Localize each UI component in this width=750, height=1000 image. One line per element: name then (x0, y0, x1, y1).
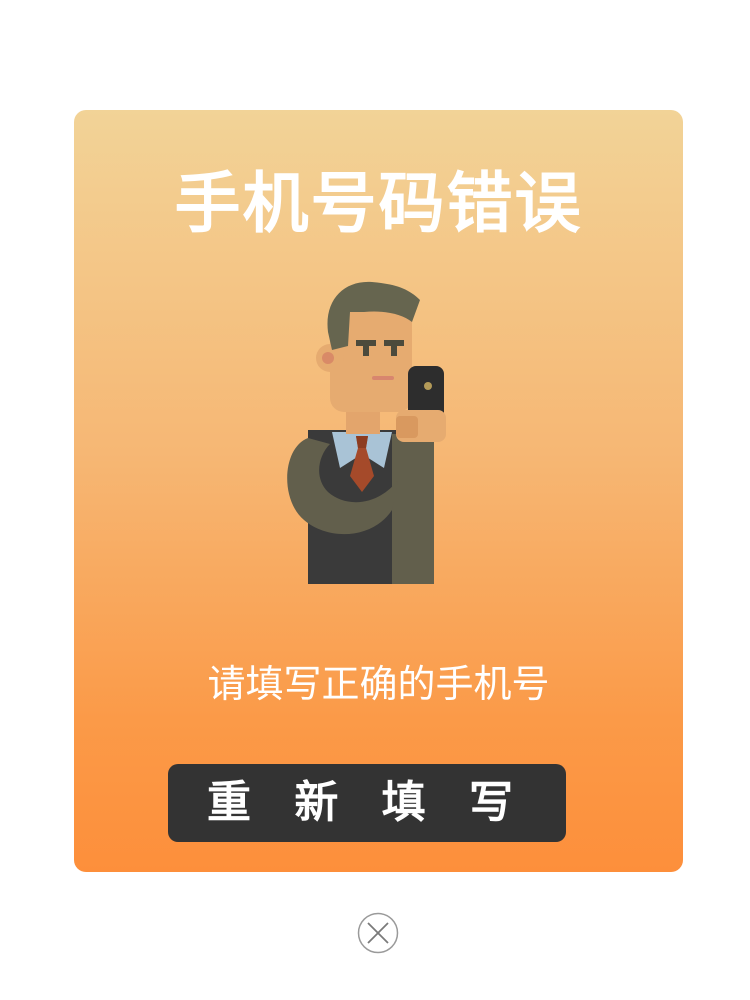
error-dialog: 手机号码错误 请填写正确的手机号 重 新 填 写 (74, 110, 683, 872)
retry-button[interactable]: 重 新 填 写 (168, 764, 566, 842)
page: 手机号码错误 请填写正确的手机号 重 新 填 写 (0, 0, 750, 1000)
close-icon[interactable] (357, 912, 399, 954)
dialog-title: 手机号码错误 (174, 165, 583, 242)
man-holding-phone-illustration (287, 281, 446, 584)
error-message: 请填写正确的手机号 (207, 662, 550, 706)
